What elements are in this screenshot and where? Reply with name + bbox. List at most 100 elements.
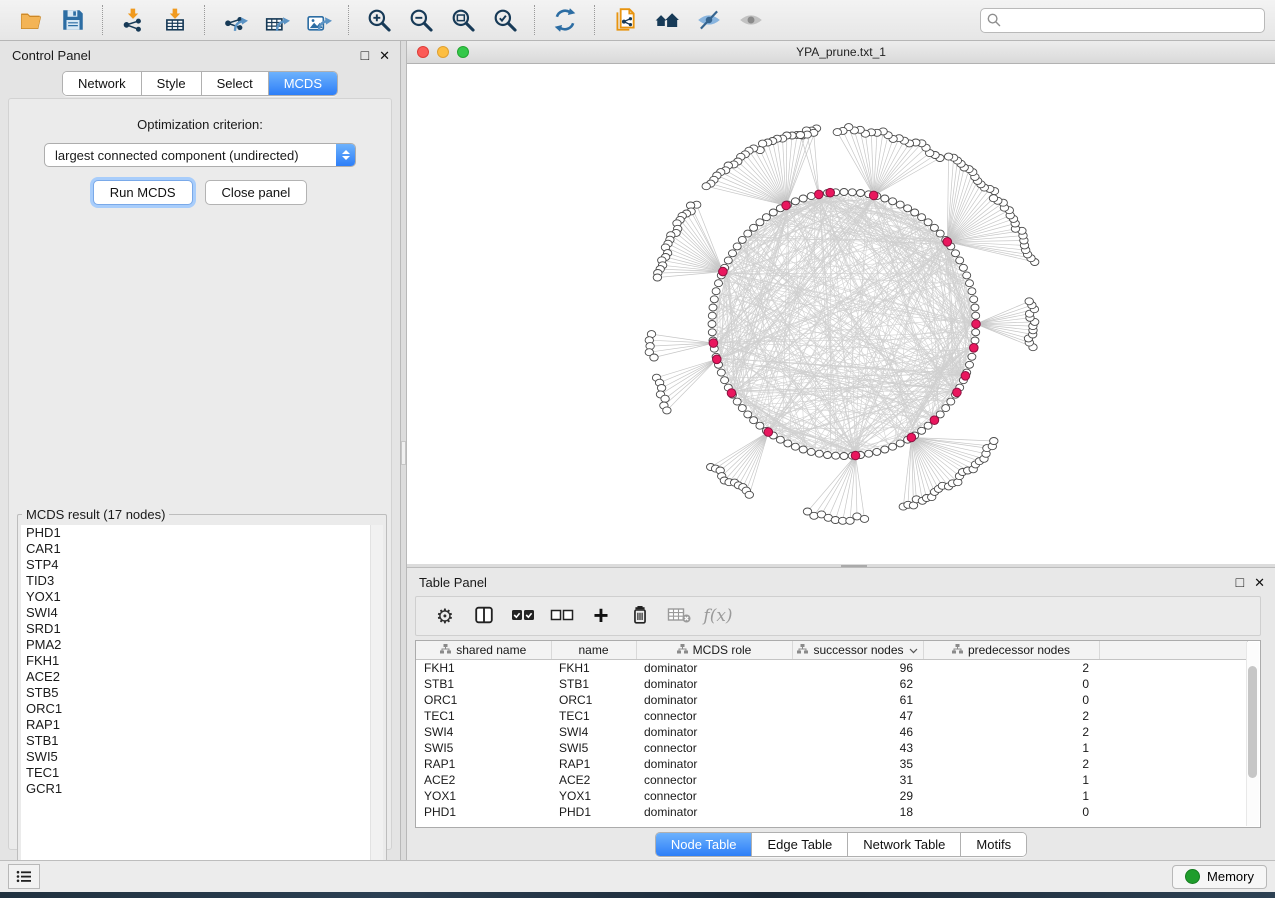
network-canvas[interactable] — [407, 64, 1275, 564]
float-table-panel-icon[interactable]: □ — [1236, 576, 1244, 589]
select-all-button[interactable] — [508, 601, 538, 631]
export-network-button[interactable] — [218, 4, 252, 36]
table-row[interactable]: YOX1YOX1connector291 — [416, 788, 1248, 804]
cell-predecessors[interactable]: 1 — [923, 740, 1099, 756]
unselect-all-button[interactable] — [547, 601, 577, 631]
table-row[interactable]: STB1STB1dominator620 — [416, 676, 1248, 692]
cell-name[interactable]: PHD1 — [551, 804, 636, 820]
tab-mcds[interactable]: MCDS — [269, 72, 337, 95]
mcds-result-item[interactable]: SWI5 — [21, 749, 383, 765]
cell-successors[interactable]: 18 — [792, 804, 923, 820]
cell-predecessors[interactable]: 0 — [923, 676, 1099, 692]
maximize-window-icon[interactable] — [457, 46, 469, 58]
tab-select[interactable]: Select — [202, 72, 269, 95]
vertical-splitter[interactable] — [400, 41, 407, 860]
cell-successors[interactable]: 96 — [792, 660, 923, 677]
table-scrollbar[interactable] — [1246, 642, 1259, 826]
minimize-window-icon[interactable] — [437, 46, 449, 58]
tab-network[interactable]: Network — [63, 72, 142, 95]
cell-shared_name[interactable]: PHD1 — [416, 804, 551, 820]
search-input[interactable] — [980, 8, 1265, 33]
cell-successors[interactable]: 35 — [792, 756, 923, 772]
cell-name[interactable]: SWI5 — [551, 740, 636, 756]
cell-successors[interactable]: 61 — [792, 692, 923, 708]
open-folder-button[interactable] — [14, 4, 48, 36]
cell-shared_name[interactable]: YOX1 — [416, 788, 551, 804]
tab-motifs[interactable]: Motifs — [961, 833, 1026, 856]
cell-shared_name[interactable]: FKH1 — [416, 660, 551, 677]
horizontal-splitter-handle[interactable] — [841, 565, 867, 567]
column-header-MCDS-role[interactable]: MCDS role — [636, 641, 792, 660]
zoom-selected-button[interactable] — [488, 4, 522, 36]
cell-successors[interactable]: 47 — [792, 708, 923, 724]
cell-role[interactable]: connector — [636, 740, 792, 756]
houses-button[interactable] — [650, 4, 684, 36]
import-network-button[interactable] — [116, 4, 150, 36]
close-window-icon[interactable] — [417, 46, 429, 58]
mcds-result-item[interactable]: STB1 — [21, 733, 383, 749]
column-header-successor-nodes[interactable]: successor nodes — [792, 641, 923, 660]
mcds-result-item[interactable]: PMA2 — [21, 637, 383, 653]
copy-network-button[interactable] — [608, 4, 642, 36]
network-window-titlebar[interactable]: YPA_prune.txt_1 — [407, 41, 1275, 64]
cell-name[interactable]: STB1 — [551, 676, 636, 692]
cell-successors[interactable]: 29 — [792, 788, 923, 804]
mcds-result-item[interactable]: TEC1 — [21, 765, 383, 781]
cell-role[interactable]: dominator — [636, 692, 792, 708]
mcds-result-item[interactable]: ACE2 — [21, 669, 383, 685]
table-row[interactable]: PHD1PHD1dominator180 — [416, 804, 1248, 820]
cell-successors[interactable]: 46 — [792, 724, 923, 740]
cell-predecessors[interactable]: 2 — [923, 756, 1099, 772]
cell-shared_name[interactable]: STB1 — [416, 676, 551, 692]
cell-predecessors[interactable]: 0 — [923, 692, 1099, 708]
cell-successors[interactable]: 62 — [792, 676, 923, 692]
cell-role[interactable]: dominator — [636, 804, 792, 820]
cell-successors[interactable]: 31 — [792, 772, 923, 788]
mcds-result-item[interactable]: SRD1 — [21, 621, 383, 637]
cell-shared_name[interactable]: RAP1 — [416, 756, 551, 772]
table-row[interactable]: ORC1ORC1dominator610 — [416, 692, 1248, 708]
cell-name[interactable]: ACE2 — [551, 772, 636, 788]
gear-button[interactable]: ⚙ — [430, 601, 460, 631]
cell-shared_name[interactable]: ORC1 — [416, 692, 551, 708]
cell-role[interactable]: connector — [636, 772, 792, 788]
table-row[interactable]: FKH1FKH1dominator962 — [416, 660, 1248, 677]
memory-button[interactable]: Memory — [1172, 865, 1267, 889]
mcds-result-item[interactable]: STB5 — [21, 685, 383, 701]
import-table-button[interactable] — [158, 4, 192, 36]
mcds-result-list[interactable]: PHD1CAR1STP4TID3YOX1SWI4SRD1PMA2FKH1ACE2… — [21, 525, 383, 867]
cell-predecessors[interactable]: 2 — [923, 708, 1099, 724]
cell-name[interactable]: FKH1 — [551, 660, 636, 677]
cell-role[interactable]: dominator — [636, 660, 792, 677]
close-table-panel-icon[interactable]: ✕ — [1254, 576, 1265, 589]
cell-name[interactable]: TEC1 — [551, 708, 636, 724]
close-panel-icon[interactable]: ✕ — [379, 49, 390, 62]
column-header-predecessor-nodes[interactable]: predecessor nodes — [923, 641, 1099, 660]
add-row-button[interactable]: + — [586, 601, 616, 631]
export-image-button[interactable] — [302, 4, 336, 36]
cell-predecessors[interactable]: 1 — [923, 772, 1099, 788]
cell-role[interactable]: connector — [636, 708, 792, 724]
tab-edge-table[interactable]: Edge Table — [752, 833, 848, 856]
mcds-result-item[interactable]: FKH1 — [21, 653, 383, 669]
cell-shared_name[interactable]: SWI5 — [416, 740, 551, 756]
cell-predecessors[interactable]: 0 — [923, 804, 1099, 820]
float-panel-icon[interactable]: □ — [361, 49, 369, 62]
tab-style[interactable]: Style — [142, 72, 202, 95]
cell-role[interactable]: dominator — [636, 756, 792, 772]
mcds-result-item[interactable]: RAP1 — [21, 717, 383, 733]
mcds-result-item[interactable]: SWI4 — [21, 605, 383, 621]
run-mcds-button[interactable]: Run MCDS — [93, 180, 193, 205]
zoom-fit-button[interactable] — [446, 4, 480, 36]
cell-shared_name[interactable]: ACE2 — [416, 772, 551, 788]
tab-node-table[interactable]: Node Table — [656, 833, 753, 856]
zoom-in-button[interactable] — [362, 4, 396, 36]
cell-name[interactable]: ORC1 — [551, 692, 636, 708]
export-table-button[interactable] — [260, 4, 294, 36]
cell-predecessors[interactable]: 1 — [923, 788, 1099, 804]
table-row[interactable]: SWI4SWI4dominator462 — [416, 724, 1248, 740]
cell-name[interactable]: RAP1 — [551, 756, 636, 772]
cell-shared_name[interactable]: TEC1 — [416, 708, 551, 724]
cell-name[interactable]: YOX1 — [551, 788, 636, 804]
mcds-result-item[interactable]: YOX1 — [21, 589, 383, 605]
